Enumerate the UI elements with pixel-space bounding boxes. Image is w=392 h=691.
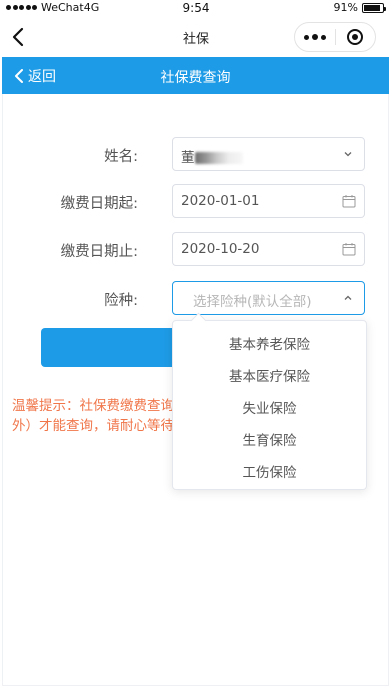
insurance-type-dropdown: 基本养老保险 基本医疗保险 失业保险 生育保险 工伤保险 <box>172 320 367 490</box>
insurance-type-label: 险种: <box>104 293 138 309</box>
end-date-label: 缴费日期止: <box>60 244 138 260</box>
wechat-capsule <box>294 22 376 52</box>
option-maternity[interactable]: 生育保险 <box>173 429 366 449</box>
option-unemployment[interactable]: 失业保险 <box>173 397 366 417</box>
redacted-name <box>194 152 243 164</box>
end-date-input[interactable]: 2020-10-20 <box>172 232 365 266</box>
option-pension[interactable]: 基本养老保险 <box>173 333 366 353</box>
chevron-down-icon <box>344 152 352 157</box>
name-label: 姓名: <box>104 149 138 165</box>
insurance-type-select[interactable]: 选择险种(默认全部) <box>172 281 365 315</box>
app-header: 返回 社保费查询 <box>2 57 389 94</box>
status-bar: WeChat4G 9:54 91% <box>0 0 392 16</box>
end-date-value: 2020-10-20 <box>181 241 260 257</box>
battery-icon <box>362 2 386 13</box>
page-title: 社保费查询 <box>160 70 231 86</box>
option-work-injury[interactable]: 工伤保险 <box>173 461 366 481</box>
insurance-type-row: 险种: 选择险种(默认全部) <box>0 281 392 315</box>
battery-fill <box>364 4 381 11</box>
start-date-row: 缴费日期起: 2020-01-01 <box>0 184 392 218</box>
battery-percent: 91% <box>333 1 358 14</box>
name-value: 董 <box>181 146 243 166</box>
name-row: 姓名: 董 <box>0 137 392 171</box>
calendar-icon <box>342 243 356 256</box>
end-date-row: 缴费日期止: 2020-10-20 <box>0 232 392 266</box>
battery-status: 91% <box>333 1 386 14</box>
target-close-icon[interactable] <box>335 29 375 45</box>
wechat-nav-bar: 社保 <box>0 16 392 58</box>
chevron-up-icon <box>344 295 352 300</box>
start-date-input[interactable]: 2020-01-01 <box>172 184 365 218</box>
more-dots-icon[interactable] <box>295 34 335 40</box>
option-medical[interactable]: 基本医疗保险 <box>173 365 366 385</box>
name-select[interactable]: 董 <box>172 137 365 171</box>
calendar-icon <box>342 195 356 208</box>
start-date-value: 2020-01-01 <box>181 193 260 209</box>
insurance-type-placeholder: 选择险种(默认全部) <box>193 294 312 310</box>
start-date-label: 缴费日期起: <box>60 196 138 212</box>
